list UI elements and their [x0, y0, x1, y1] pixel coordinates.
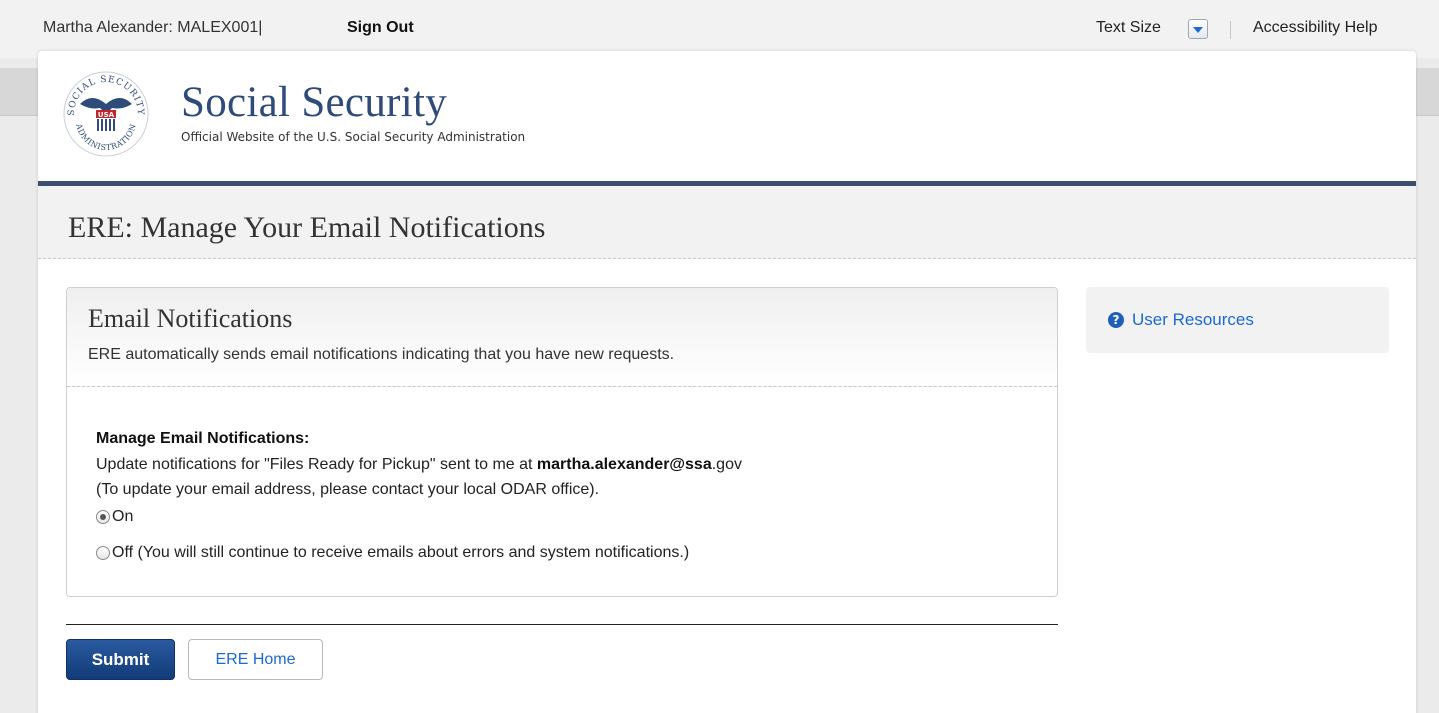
contact-note: (To update your email address, please co…: [96, 481, 600, 498]
seal-usa: USA: [98, 111, 115, 119]
email-suffix: .gov: [711, 456, 742, 473]
panel-title: Email Notifications: [88, 304, 293, 333]
divider: [1230, 21, 1231, 39]
user-resources-link[interactable]: ? User Resources: [1108, 310, 1254, 330]
radio-off[interactable]: Off (You will still continue to receive …: [96, 544, 689, 562]
text-size-label: Text Size: [1096, 19, 1161, 36]
email-address: martha.alexander@ssa: [536, 456, 712, 473]
update-prefix: Update notifications for "Files Ready fo…: [96, 456, 537, 473]
text-size-dropdown[interactable]: [1188, 19, 1208, 39]
panel-description: ERE automatically sends email notificati…: [88, 346, 675, 363]
user-info: Martha Alexander: MALEX001|: [43, 19, 263, 36]
manage-notifications-label: Manage Email Notifications:: [96, 430, 310, 447]
help-circle-icon: ?: [1108, 312, 1124, 328]
site-title: Social Security: [181, 79, 448, 126]
ere-home-button[interactable]: ERE Home: [188, 639, 323, 680]
chevron-down-icon: [1193, 27, 1203, 33]
submit-button[interactable]: Submit: [66, 639, 175, 680]
page-title: ERE: Manage Your Email Notifications: [68, 211, 546, 244]
form-divider: [66, 624, 1058, 625]
user-resources-label: User Resources: [1132, 310, 1254, 329]
panel-header: [67, 288, 1057, 387]
ssa-seal-icon: SOCIAL SECURITY ADMINISTRATION USA: [62, 70, 150, 158]
accessibility-help-link[interactable]: Accessibility Help: [1253, 19, 1377, 37]
update-notifications-text: Update notifications for "Files Ready fo…: [96, 456, 742, 474]
radio-off-control[interactable]: [96, 546, 110, 560]
radio-on[interactable]: On: [96, 508, 133, 526]
site-subtitle: Official Website of the U.S. Social Secu…: [181, 130, 526, 144]
radio-off-label: Off (You will still continue to receive …: [112, 544, 690, 561]
radio-on-label: On: [112, 508, 134, 525]
radio-on-control[interactable]: [96, 510, 110, 524]
sign-out-link[interactable]: Sign Out: [347, 19, 414, 37]
radio-selected-dot: [100, 514, 106, 520]
